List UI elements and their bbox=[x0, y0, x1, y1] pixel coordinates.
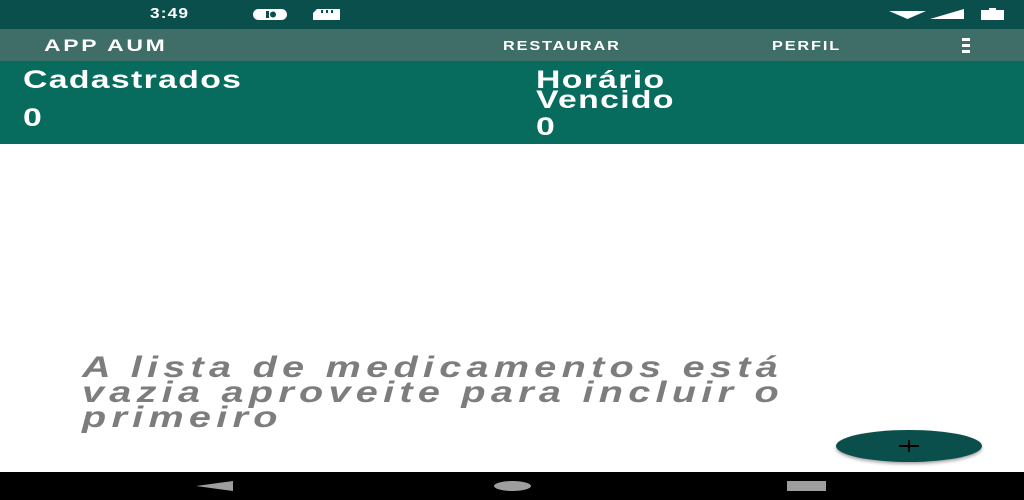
media-icon bbox=[253, 9, 287, 20]
status-bar: 3:49 bbox=[0, 0, 1024, 29]
expired-count: 0 bbox=[536, 113, 555, 141]
app-title: APP AUM bbox=[44, 36, 168, 55]
recents-icon[interactable] bbox=[787, 481, 826, 491]
back-icon[interactable] bbox=[196, 481, 233, 491]
app-screen: 3:49 APP AUM RESTAURAR PERFIL Cadastrado… bbox=[0, 0, 1024, 500]
registered-count: 0 bbox=[23, 104, 42, 132]
more-vert-icon[interactable] bbox=[958, 36, 974, 54]
counters-panel: Cadastrados 0 Horário Vencido 0 bbox=[0, 61, 1024, 144]
navigation-bar bbox=[0, 472, 1024, 500]
empty-list-message: A lista de medicamentos está vazia aprov… bbox=[82, 351, 785, 434]
home-icon[interactable] bbox=[494, 481, 531, 491]
profile-button[interactable]: PERFIL bbox=[772, 38, 841, 53]
wifi-icon bbox=[889, 11, 926, 19]
plus-icon bbox=[899, 440, 919, 452]
registered-label: Cadastrados bbox=[23, 66, 243, 94]
restore-button[interactable]: RESTAURAR bbox=[503, 38, 621, 53]
sd-card-icon bbox=[313, 9, 340, 20]
expired-label-line2: Vencido bbox=[536, 86, 675, 114]
status-time: 3:49 bbox=[150, 5, 190, 22]
add-medication-button[interactable] bbox=[836, 430, 982, 462]
app-bar: APP AUM RESTAURAR PERFIL bbox=[0, 29, 1024, 61]
signal-icon bbox=[930, 9, 964, 19]
battery-icon bbox=[981, 8, 1004, 20]
